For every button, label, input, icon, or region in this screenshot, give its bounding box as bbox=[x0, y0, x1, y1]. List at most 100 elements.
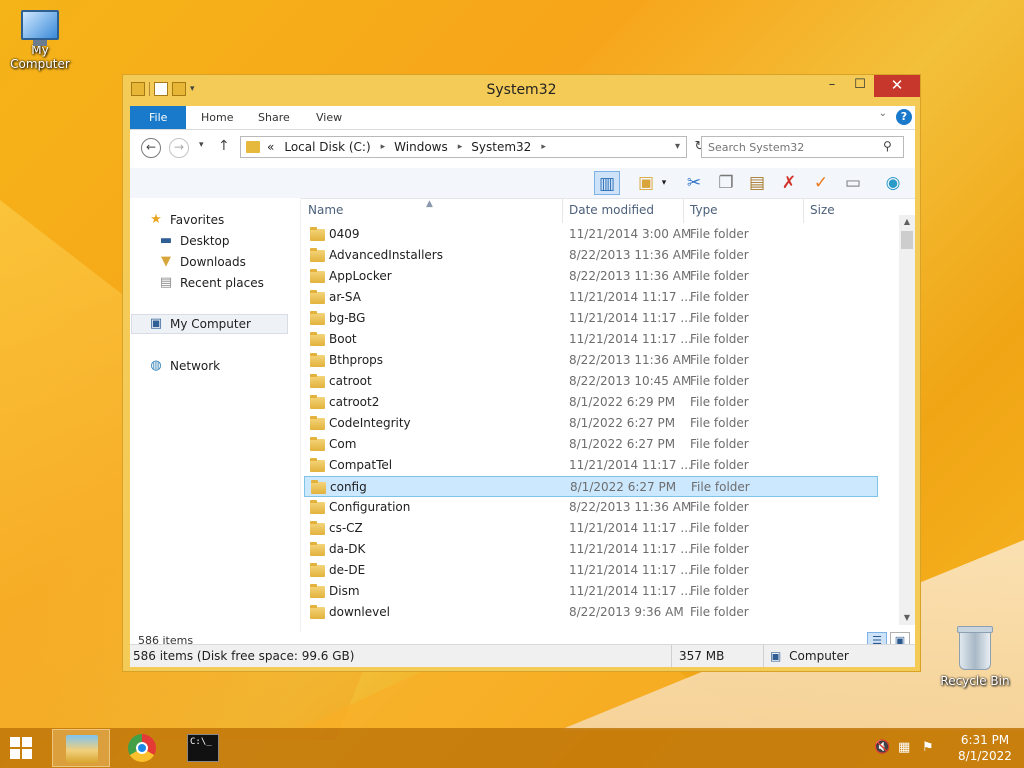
recent-locations-icon[interactable]: ▾ bbox=[199, 140, 204, 150]
chevron-right-icon[interactable]: ▸ bbox=[381, 142, 386, 152]
taskbar-command-prompt[interactable]: C:\_ bbox=[174, 729, 232, 767]
system-clock[interactable]: 6:31 PM 8/1/2022 bbox=[952, 732, 1018, 764]
folder-options-icon[interactable]: ▣ bbox=[633, 171, 659, 195]
taskbar-chrome[interactable] bbox=[113, 729, 171, 767]
nav-my-computer[interactable]: ▣ My Computer bbox=[131, 314, 288, 334]
cut-icon[interactable]: ✂ bbox=[681, 171, 707, 195]
table-row[interactable]: Dism 11/21/2014 11:17 ... File folder bbox=[304, 581, 878, 602]
desktop-icon-my-computer[interactable]: My Computer bbox=[2, 10, 78, 71]
close-button[interactable]: ✕ bbox=[874, 75, 920, 97]
tab-view[interactable]: View bbox=[302, 106, 356, 129]
breadcrumb-local-disk[interactable]: Local Disk (C:) bbox=[284, 140, 370, 154]
scroll-down-icon[interactable]: ▼ bbox=[899, 611, 915, 625]
taskbar-file-explorer[interactable] bbox=[52, 729, 110, 767]
table-row[interactable]: bg-BG 11/21/2014 11:17 ... File folder bbox=[304, 308, 878, 329]
help-icon[interactable]: ? bbox=[896, 109, 912, 125]
table-row[interactable]: Bthprops 8/22/2013 11:36 AM File folder bbox=[304, 350, 878, 371]
scroll-up-icon[interactable]: ▲ bbox=[899, 215, 915, 229]
table-row[interactable]: catroot 8/22/2013 10:45 AM File folder bbox=[304, 371, 878, 392]
minimize-button[interactable]: – bbox=[818, 75, 846, 97]
file-name: AdvancedInstallers bbox=[329, 248, 443, 262]
chevron-down-icon[interactable]: ▾ bbox=[658, 171, 670, 195]
command-prompt-icon: C:\_ bbox=[187, 734, 219, 762]
tab-file[interactable]: File bbox=[130, 106, 187, 129]
file-name: cs-CZ bbox=[329, 521, 363, 535]
pane-divider[interactable] bbox=[300, 198, 301, 632]
up-button[interactable]: ↑ bbox=[218, 138, 230, 154]
nav-label: Network bbox=[170, 359, 221, 373]
nav-label: Desktop bbox=[180, 234, 230, 248]
table-row[interactable]: de-DE 11/21/2014 11:17 ... File folder bbox=[304, 560, 878, 581]
file-name: catroot bbox=[329, 374, 372, 388]
breadcrumb-system32[interactable]: System32 bbox=[471, 140, 531, 154]
nav-label: Favorites bbox=[170, 213, 225, 227]
nav-network[interactable]: ◍ Network bbox=[148, 356, 220, 376]
tab-home[interactable]: Home bbox=[187, 106, 247, 129]
table-row[interactable]: cs-CZ 11/21/2014 11:17 ... File folder bbox=[304, 518, 878, 539]
desktop-icon-recycle-bin[interactable]: Recycle Bin bbox=[940, 626, 1010, 688]
nav-desktop[interactable]: ▬ Desktop bbox=[158, 231, 230, 251]
nav-recent-places[interactable]: ▤ Recent places bbox=[158, 273, 264, 293]
table-row[interactable]: Boot 11/21/2014 11:17 ... File folder bbox=[304, 329, 878, 350]
vertical-scrollbar[interactable]: ▲ ▼ bbox=[899, 215, 915, 625]
address-bar[interactable]: « Local Disk (C:) ▸ Windows ▸ System32 ▸… bbox=[240, 136, 687, 158]
table-row[interactable]: AppLocker 8/22/2013 11:36 AM File folder bbox=[304, 266, 878, 287]
scrollbar-thumb[interactable] bbox=[901, 231, 913, 249]
title-bar[interactable]: ▾ System32 – ☐ ✕ bbox=[123, 75, 920, 105]
table-row[interactable]: da-DK 11/21/2014 11:17 ... File folder bbox=[304, 539, 878, 560]
file-type: File folder bbox=[690, 353, 749, 367]
search-icon[interactable]: ⚲ bbox=[883, 139, 892, 153]
checkmark-icon[interactable]: ✓ bbox=[808, 171, 834, 195]
table-row[interactable]: ar-SA 11/21/2014 11:17 ... File folder bbox=[304, 287, 878, 308]
table-row[interactable]: Configuration 8/22/2013 11:36 AM File fold… bbox=[304, 497, 878, 518]
table-row[interactable]: 0409 11/21/2014 3:00 AM File folder bbox=[304, 224, 878, 245]
chevron-right-icon[interactable]: ▸ bbox=[458, 142, 463, 152]
file-date: 11/21/2014 3:00 AM bbox=[569, 227, 692, 241]
ribbon-expand-icon[interactable]: ⌄ bbox=[879, 108, 887, 119]
table-row[interactable]: CodeIntegrity 8/1/2022 6:27 PM File folder bbox=[304, 413, 878, 434]
globe-icon[interactable]: ◉ bbox=[880, 171, 906, 195]
network-status-icon[interactable]: ▦ bbox=[898, 740, 910, 755]
file-type: File folder bbox=[690, 500, 749, 514]
address-dropdown-icon[interactable]: ▾ bbox=[675, 141, 680, 152]
breadcrumb-overflow[interactable]: « bbox=[267, 140, 274, 154]
file-type: File folder bbox=[690, 605, 749, 619]
nav-downloads[interactable]: ▼ Downloads bbox=[158, 252, 246, 272]
search-input[interactable] bbox=[701, 136, 904, 158]
back-button[interactable]: ← bbox=[141, 138, 161, 158]
rename-icon[interactable]: ▭ bbox=[840, 171, 866, 195]
table-row[interactable]: downlevel 8/22/2013 9:36 AM File folder bbox=[304, 602, 878, 623]
copy-icon[interactable]: ❐ bbox=[713, 171, 739, 195]
maximize-button[interactable]: ☐ bbox=[846, 75, 874, 97]
folder-icon bbox=[310, 584, 325, 598]
location-info: ▣ Computer bbox=[764, 645, 915, 667]
nav-favorites[interactable]: ★ Favorites bbox=[148, 210, 224, 230]
desktop-icon-label: My Computer bbox=[10, 43, 70, 71]
table-row[interactable]: config 8/1/2022 6:27 PM File folder bbox=[304, 476, 878, 497]
delete-icon[interactable]: ✗ bbox=[776, 171, 802, 195]
file-date: 11/21/2014 11:17 ... bbox=[569, 332, 692, 346]
table-row[interactable]: Com 8/1/2022 6:27 PM File folder bbox=[304, 434, 878, 455]
column-header-type[interactable]: Type bbox=[684, 198, 804, 223]
table-row[interactable]: AdvancedInstallers 8/22/2013 11:36 AM File… bbox=[304, 245, 878, 266]
breadcrumb-windows[interactable]: Windows bbox=[394, 140, 448, 154]
preview-pane-icon[interactable]: ▥ bbox=[594, 171, 620, 195]
forward-button[interactable]: → bbox=[169, 138, 189, 158]
explorer-body: ← → ▾ ↑ « Local Disk (C:) ▸ Windows ▸ Sy… bbox=[130, 130, 915, 667]
column-header-name[interactable]: Name ▲ bbox=[302, 198, 563, 223]
paste-icon[interactable]: ▤ bbox=[744, 171, 770, 195]
volume-muted-icon[interactable]: 🔇 bbox=[874, 740, 890, 755]
tab-share[interactable]: Share bbox=[244, 106, 304, 129]
table-row[interactable]: catroot2 8/1/2022 6:29 PM File folder bbox=[304, 392, 878, 413]
chevron-right-icon[interactable]: ▸ bbox=[541, 142, 546, 152]
action-center-icon[interactable]: ⚑ bbox=[922, 740, 934, 755]
folder-icon bbox=[310, 248, 325, 262]
column-header-size[interactable]: Size bbox=[804, 198, 882, 223]
column-header-date[interactable]: Date modified bbox=[563, 198, 684, 223]
folder-icon bbox=[310, 521, 325, 535]
file-date: 8/22/2013 10:45 AM bbox=[569, 374, 692, 388]
desktop-icon-label: Recycle Bin bbox=[940, 674, 1010, 688]
folder-icon bbox=[310, 353, 325, 367]
table-row[interactable]: CompatTel 11/21/2014 11:17 ... File folder bbox=[304, 455, 878, 476]
start-button[interactable] bbox=[10, 737, 32, 759]
